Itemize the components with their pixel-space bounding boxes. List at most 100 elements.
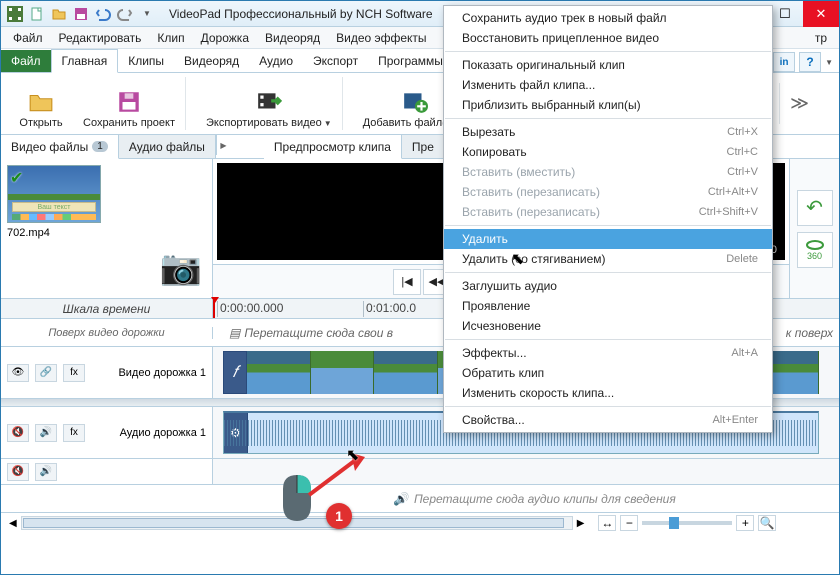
camera-icon: 📷 — [160, 248, 202, 288]
transport-start[interactable]: |◀ — [393, 269, 421, 295]
arrow-annotation-1 — [301, 451, 371, 501]
ribbon-in-button[interactable]: in — [773, 52, 795, 72]
ctx-delete[interactable]: Удалить — [444, 229, 772, 249]
tab-sequence-preview[interactable]: Пре — [402, 135, 445, 158]
right-toolbar: ↶ 360 — [789, 159, 839, 298]
track-solo-toggle[interactable]: 🔊 — [35, 424, 57, 442]
ctx-copy[interactable]: КопироватьCtrl+C — [444, 142, 772, 162]
window-title: VideoPad Профессиональный by NCH Softwar… — [169, 7, 433, 21]
video-track-header: 👁 🔗 fx Видео дорожка 1 — [1, 347, 213, 398]
track-mute-toggle[interactable]: 🔇 — [7, 424, 29, 442]
ctx-effects[interactable]: Эффекты...Alt+A — [444, 343, 772, 363]
add-file-icon — [402, 89, 428, 115]
ctx-delete-ripple[interactable]: Удалить (со стягиванием)Delete — [444, 249, 772, 269]
qat-undo-icon[interactable] — [93, 4, 113, 24]
mix-track-row: 🔊 Перетащите сюда аудио клипы для сведен… — [1, 485, 839, 513]
track-fx-button[interactable]: fx — [63, 424, 85, 442]
menu-track[interactable]: Дорожка — [193, 29, 257, 47]
menu-right-trunc[interactable]: тр — [807, 29, 835, 47]
checkmark-icon: ✔ — [10, 168, 23, 188]
qat-open-icon[interactable] — [49, 4, 69, 24]
ribbon-tab-clips[interactable]: Клипы — [118, 50, 174, 72]
export-icon — [256, 89, 282, 115]
tab-video-files[interactable]: Видео файлы1 — [1, 135, 119, 159]
ctx-restore-video[interactable]: Восстановить прицепленное видео — [444, 28, 772, 48]
ribbon-tab-file[interactable]: Файл — [1, 50, 51, 72]
audio-track-header: 🔇 🔊 fx Аудио дорожка 1 — [1, 407, 213, 458]
ctx-zoom-selected[interactable]: Приблизить выбранный клип(ы) — [444, 95, 772, 115]
menu-edit[interactable]: Редактировать — [51, 29, 150, 47]
badge-1: 1 — [326, 503, 352, 529]
ribbon-tab-audio[interactable]: Аудио — [249, 50, 303, 72]
track-mute-toggle-2[interactable]: 🔇 — [7, 463, 29, 481]
track-fx-button[interactable]: fx — [63, 364, 85, 382]
ribbon-export[interactable]: Экспортировать видео▼ — [206, 77, 332, 130]
ribbon-save[interactable]: Сохранить проект — [83, 77, 175, 130]
clip-thumbnail[interactable]: Ваш текст ✔ — [7, 165, 101, 223]
ctx-paste-overwrite: Вставить (перезаписать)Ctrl+Alt+V — [444, 182, 772, 202]
ribbon-open[interactable]: Открыть — [11, 77, 71, 130]
ctx-mute-audio[interactable]: Заглушить аудио — [444, 276, 772, 296]
context-menu: Сохранить аудио трек в новый файл Восста… — [443, 5, 773, 433]
tab-clip-preview[interactable]: Предпросмотр клипа — [264, 135, 402, 159]
qat-dropdown-icon[interactable]: ▼ — [137, 4, 157, 24]
file-panel: Ваш текст ✔ 702.mp4 📷 — [1, 159, 213, 298]
ctx-reverse[interactable]: Обратить клип — [444, 363, 772, 383]
zoom-search-button[interactable]: 🔍 — [758, 515, 776, 531]
ctx-fade-in[interactable]: Проявление — [444, 296, 772, 316]
cursor-annotation-2: ⬉ — [511, 249, 524, 269]
ribbon-tab-sequence[interactable]: Видеоряд — [174, 50, 249, 72]
zoom-in-button[interactable]: + — [736, 515, 754, 531]
menu-sequence[interactable]: Видеоряд — [257, 29, 328, 47]
qat-redo-icon[interactable] — [115, 4, 135, 24]
mix-hint: Перетащите сюда аудио клипы для сведения — [414, 492, 676, 506]
zoom-out-button[interactable]: − — [620, 515, 638, 531]
qat-new-icon[interactable] — [27, 4, 47, 24]
ctx-cut[interactable]: ВырезатьCtrl+X — [444, 122, 772, 142]
clip-fx-handle[interactable]: 𝑓 — [223, 351, 247, 394]
ctx-fade-out[interactable]: Исчезновение — [444, 316, 772, 336]
video-track-name: Видео дорожка 1 — [118, 367, 206, 379]
track-solo-toggle-2[interactable]: 🔊 — [35, 463, 57, 481]
ctx-speed[interactable]: Изменить скорость клипа... — [444, 383, 772, 403]
app-icon — [5, 4, 25, 24]
ctx-change-file[interactable]: Изменить файл клипа... — [444, 75, 772, 95]
scroll-right-icon[interactable]: ▶ — [577, 518, 585, 529]
ctx-paste-fit: Вставить (вместить)Ctrl+V — [444, 162, 772, 182]
clip-filename: 702.mp4 — [7, 227, 206, 239]
playhead[interactable] — [213, 299, 215, 318]
speaker-icon: 🔊 — [393, 492, 408, 506]
menu-video-effects[interactable]: Видео эффекты — [328, 29, 434, 47]
ctx-save-audio[interactable]: Сохранить аудио трек в новый файл — [444, 8, 772, 28]
bottom-bar: ◀ ▶ ↔ − + 🔍 — [1, 513, 839, 533]
undo-button[interactable]: ↶ — [797, 190, 833, 226]
chevron-down-icon: ▼ — [324, 119, 332, 128]
ribbon-help-button[interactable]: ? — [799, 52, 821, 72]
ribbon-tab-home[interactable]: Главная — [51, 49, 119, 73]
overlay-track-label: Поверх видео дорожки — [1, 327, 213, 339]
ribbon-more-button[interactable]: ≫ — [779, 83, 819, 124]
cursor-annotation-1: ⬉ — [346, 445, 359, 465]
rotate-icon — [805, 239, 825, 251]
rotate-360-button[interactable]: 360 — [797, 232, 833, 268]
ribbon-tab-programs[interactable]: Программы — [368, 50, 453, 72]
save-icon — [116, 89, 142, 115]
menu-clip[interactable]: Клип — [149, 29, 192, 47]
ctx-properties[interactable]: Свойства...Alt+Enter — [444, 410, 772, 430]
scroll-left-icon[interactable]: ◀ — [9, 518, 17, 529]
menu-file[interactable]: Файл — [5, 29, 51, 47]
ctx-show-original[interactable]: Показать оригинальный клип — [444, 55, 772, 75]
track-link-toggle[interactable]: 🔗 — [35, 364, 57, 382]
tabs-overflow-icon[interactable]: ▶ — [216, 135, 230, 155]
close-button[interactable]: ✕ — [803, 1, 839, 27]
film-icon: ▤ — [229, 326, 240, 340]
quick-access-toolbar: ▼ — [1, 4, 161, 24]
zoom-fit-button[interactable]: ↔ — [598, 515, 616, 531]
timeline-scale-label: Шкала времени — [1, 300, 213, 318]
zoom-slider[interactable] — [642, 521, 732, 525]
qat-save-icon[interactable] — [71, 4, 91, 24]
track-visibility-toggle[interactable]: 👁 — [7, 364, 29, 382]
tab-audio-files[interactable]: Аудио файлы — [119, 135, 216, 158]
folder-icon — [28, 89, 54, 115]
ribbon-tab-export[interactable]: Экспорт — [303, 50, 368, 72]
